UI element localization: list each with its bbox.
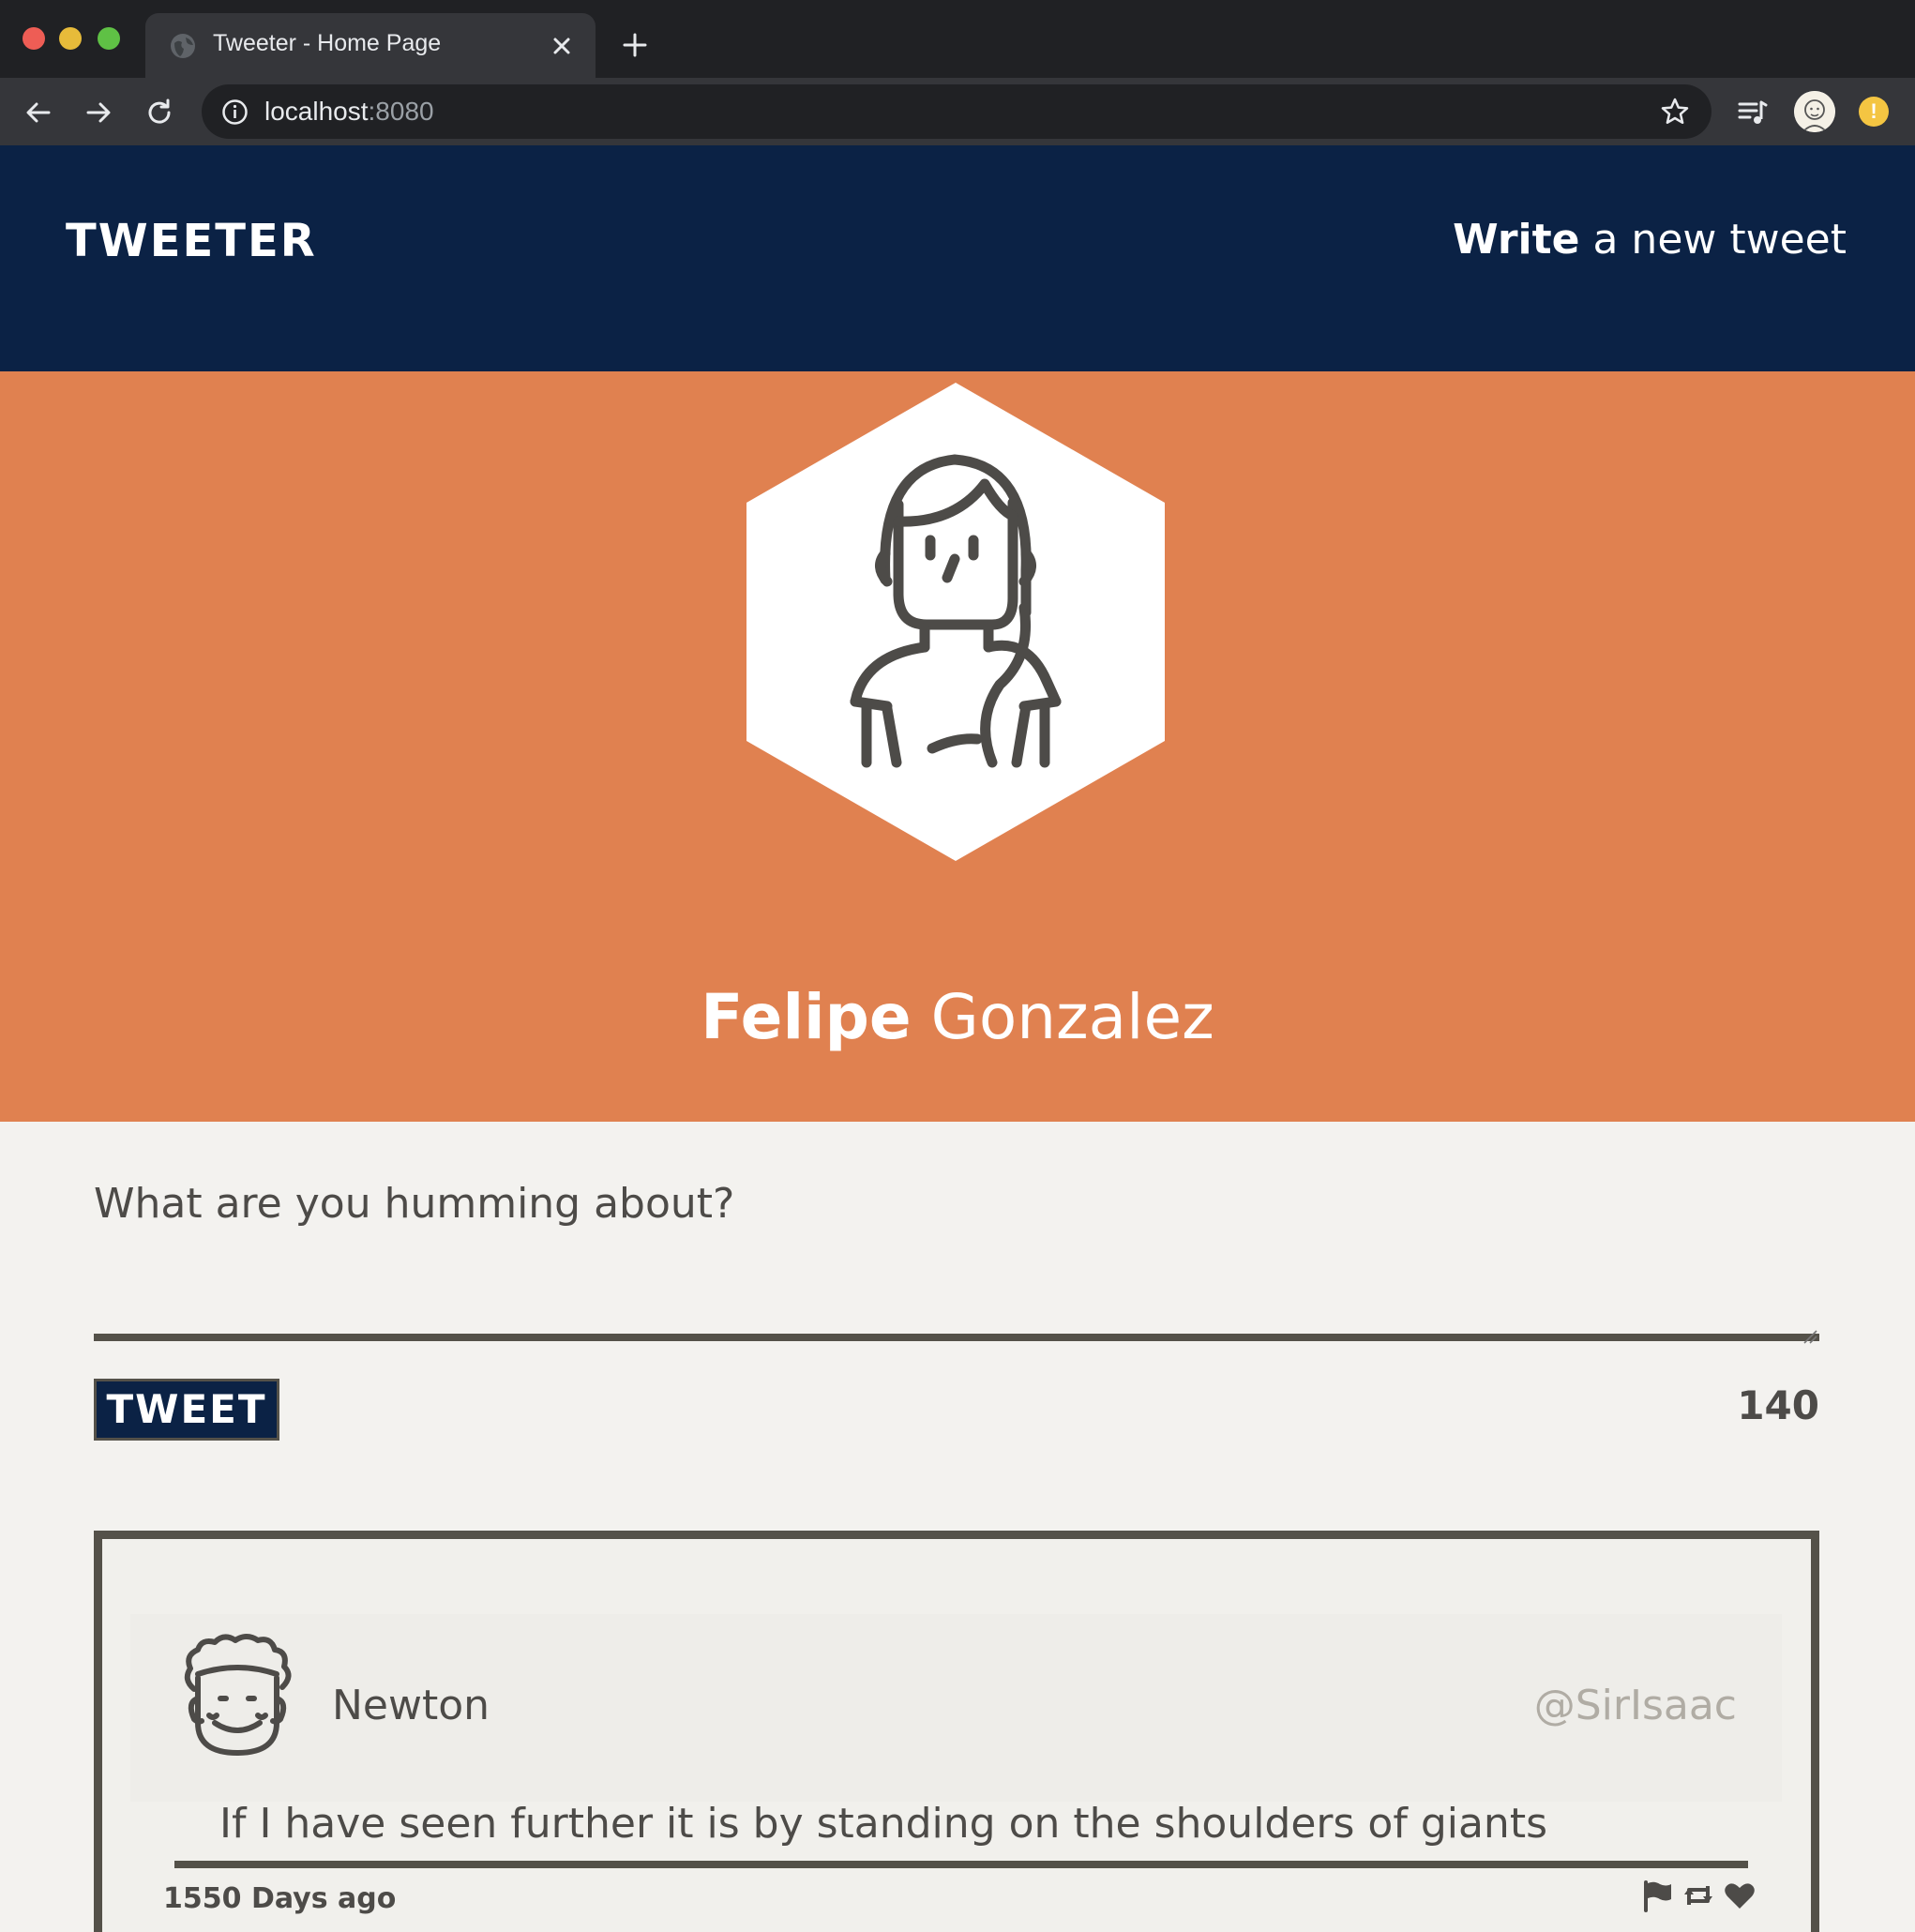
app-nav-bar: TWEETER Write a new tweet xyxy=(0,145,1915,371)
queue-icon[interactable] xyxy=(1737,97,1769,128)
tweet-author-avatar-icon xyxy=(184,1634,292,1756)
profile-avatar[interactable] xyxy=(1794,91,1835,132)
profile-first-name: Felipe xyxy=(701,981,912,1053)
retweet-icon[interactable] xyxy=(1681,1879,1715,1912)
tweet-actions xyxy=(1640,1879,1757,1916)
profile-last-name: Gonzalez xyxy=(911,981,1214,1053)
tweet-author-handle: @SirIsaac xyxy=(1533,1682,1737,1729)
write-new-tweet-link[interactable]: Write a new tweet xyxy=(1453,216,1847,264)
plus-icon[interactable] xyxy=(621,31,649,59)
window-zoom-button[interactable] xyxy=(98,27,120,50)
url-host: localhost xyxy=(264,97,369,126)
profile-name: Felipe Gonzalez xyxy=(0,981,1915,1053)
tweet-body-text: If I have seen further it is by standing… xyxy=(219,1800,1547,1848)
user-avatar-icon xyxy=(746,383,1165,861)
reload-icon[interactable] xyxy=(143,97,175,128)
window-close-button[interactable] xyxy=(23,27,45,50)
write-link-rest: a new tweet xyxy=(1579,216,1847,264)
profile-banner: Felipe Gonzalez xyxy=(0,371,1915,1122)
write-link-bold: Write xyxy=(1453,216,1580,264)
globe-icon xyxy=(171,34,195,58)
browser-toolbar: localhost:8080 ! xyxy=(0,78,1915,145)
back-icon[interactable] xyxy=(23,97,54,128)
forward-icon[interactable] xyxy=(83,97,114,128)
address-bar[interactable]: localhost:8080 xyxy=(202,84,1711,139)
browser-tab-active[interactable]: Tweeter - Home Page xyxy=(145,13,596,78)
tweet-timestamp: 1550 Days ago xyxy=(163,1882,397,1915)
info-icon[interactable] xyxy=(221,98,249,126)
tweet-author-name: Newton xyxy=(332,1682,490,1729)
close-icon[interactable] xyxy=(549,33,575,59)
window-minimize-button[interactable] xyxy=(59,27,82,50)
app-logo[interactable]: TWEETER xyxy=(66,215,317,267)
alert-icon[interactable]: ! xyxy=(1859,97,1889,127)
tweet-card: Newton @SirIsaac If I have seen further … xyxy=(94,1531,1819,1932)
tweet-divider xyxy=(174,1861,1748,1868)
tweet-header: Newton @SirIsaac xyxy=(130,1614,1782,1802)
tweet-submit-button[interactable]: TWEET xyxy=(94,1379,279,1441)
character-counter: 140 xyxy=(1737,1382,1819,1428)
flag-icon[interactable] xyxy=(1640,1879,1674,1912)
url-text: localhost:8080 xyxy=(264,97,434,127)
heart-icon[interactable] xyxy=(1723,1879,1757,1912)
url-port: :8080 xyxy=(368,97,434,126)
compose-tweet-input[interactable] xyxy=(94,1247,1819,1341)
compose-prompt-label: What are you humming about? xyxy=(94,1180,735,1228)
browser-tab-bar: Tweeter - Home Page xyxy=(0,0,1915,78)
star-icon[interactable] xyxy=(1660,97,1690,127)
resize-grip-icon[interactable] xyxy=(1801,1327,1817,1344)
tab-title: Tweeter - Home Page xyxy=(213,30,442,56)
